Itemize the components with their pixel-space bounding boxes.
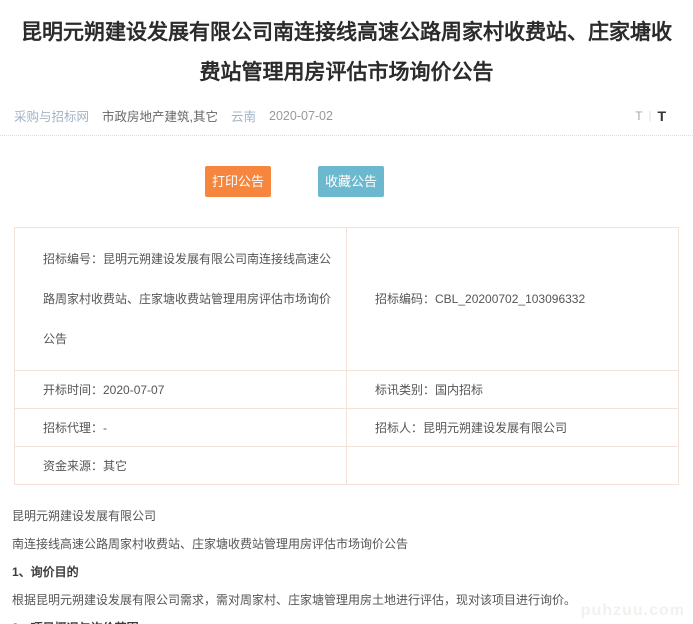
font-size-divider: | (649, 110, 652, 122)
table-row: 招标编号：昆明元朔建设发展有限公司南连接线高速公路周家村收费站、庄家塘收费站管理… (15, 228, 679, 371)
table-row: 资金来源：其它 (15, 447, 679, 485)
empty-cell (347, 447, 679, 485)
body-paragraph: 昆明元朔建设发展有限公司 (12, 502, 681, 530)
body-paragraph: 南连接线高速公路周家村收费站、庄家塘收费站管理用房评估市场询价公告 (12, 530, 681, 558)
tender-number-cell: 招标编号：昆明元朔建设发展有限公司南连接线高速公路周家村收费站、庄家塘收费站管理… (15, 228, 347, 371)
section-heading: 1、询价目的 (12, 558, 681, 586)
table-row: 开标时间：2020-07-07 标讯类别：国内招标 (15, 371, 679, 409)
tender-code-cell: 招标编码：CBL_20200702_103096332 (347, 228, 679, 371)
funding-source-cell: 资金来源：其它 (15, 447, 347, 485)
breadcrumb-category-link[interactable]: 市政房地产建筑,其它 (102, 106, 218, 125)
tender-info-table: 招标编号：昆明元朔建设发展有限公司南连接线高速公路周家村收费站、庄家塘收费站管理… (14, 227, 679, 485)
font-size-increase-button[interactable]: T (657, 108, 666, 124)
meta-row: 采购与招标网 市政房地产建筑,其它 云南 2020-07-02 T | T (0, 93, 693, 136)
bid-opening-time-cell: 开标时间：2020-07-07 (15, 371, 347, 409)
page-title: 昆明元朔建设发展有限公司南连接线高速公路周家村收费站、庄家塘收费站管理用房评估市… (0, 0, 693, 93)
breadcrumb-source-link[interactable]: 采购与招标网 (14, 106, 89, 125)
publish-date: 2020-07-02 (269, 109, 333, 123)
announcement-body: 昆明元朔建设发展有限公司 南连接线高速公路周家村收费站、庄家塘收费站管理用房评估… (0, 485, 693, 624)
action-buttons: 打印公告 收藏公告 (205, 166, 693, 197)
font-size-decrease-button[interactable]: T (635, 109, 642, 123)
table-row: 招标代理：- 招标人：昆明元朔建设发展有限公司 (15, 409, 679, 447)
font-size-controls: T | T (635, 108, 666, 124)
section-heading: 2、项目概况与询价范围 (12, 614, 681, 624)
print-announcement-button[interactable]: 打印公告 (205, 166, 271, 197)
favorite-announcement-button[interactable]: 收藏公告 (318, 166, 384, 197)
body-paragraph: 根据昆明元朔建设发展有限公司需求，需对周家村、庄家塘管理用房土地进行评估，现对该… (12, 586, 681, 614)
tenderee-cell: 招标人：昆明元朔建设发展有限公司 (347, 409, 679, 447)
tender-category-cell: 标讯类别：国内招标 (347, 371, 679, 409)
breadcrumb-region-link[interactable]: 云南 (231, 106, 256, 125)
tender-agent-cell: 招标代理：- (15, 409, 347, 447)
